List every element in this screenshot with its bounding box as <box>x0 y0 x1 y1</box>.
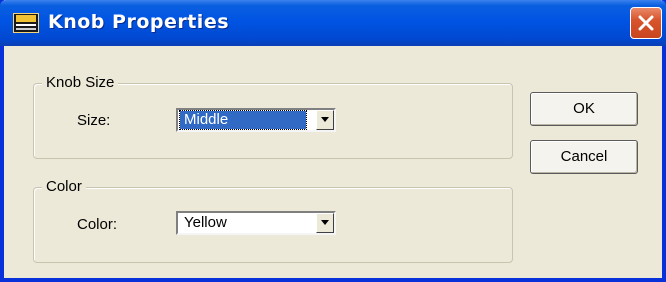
color-dropdown-arrow[interactable] <box>316 213 334 233</box>
close-button[interactable] <box>630 7 662 39</box>
color-dropdown-value: Yellow <box>184 214 227 231</box>
color-dropdown[interactable]: Yellow <box>176 211 336 235</box>
ok-button[interactable]: OK <box>530 92 638 126</box>
window-title: Knob Properties <box>48 11 230 33</box>
cancel-button[interactable]: Cancel <box>530 140 638 174</box>
chevron-down-icon <box>321 220 329 225</box>
size-label: Size: <box>77 112 111 129</box>
chevron-down-icon <box>321 117 329 122</box>
color-label: Color: <box>77 216 118 233</box>
size-dropdown-arrow[interactable] <box>316 110 334 130</box>
size-dropdown[interactable]: Middle <box>176 108 336 132</box>
app-logo-icon <box>13 13 39 33</box>
close-icon <box>638 15 654 31</box>
size-dropdown-value: Middle <box>179 110 307 130</box>
color-group-label: Color <box>42 178 86 195</box>
knob-size-group-label: Knob Size <box>42 74 119 91</box>
title-bar[interactable]: Knob Properties <box>0 0 666 46</box>
dialog-window: Knob Properties Knob Size Size: Middle C… <box>0 0 666 282</box>
